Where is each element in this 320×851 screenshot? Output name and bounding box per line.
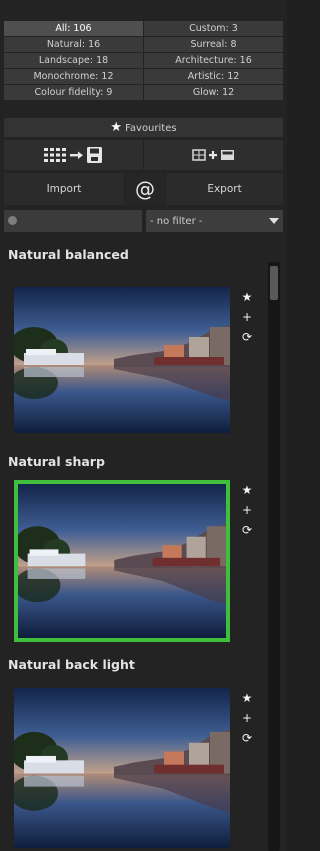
harbor-image <box>14 688 230 848</box>
grid-save-button[interactable] <box>4 140 143 170</box>
search-input[interactable] <box>4 210 142 232</box>
refresh-icon[interactable]: ⟳ <box>237 327 257 347</box>
preset-title: Natural sharp <box>8 454 105 469</box>
plus-icon[interactable]: + <box>237 500 257 520</box>
category-artistic[interactable]: Artistic: 12 <box>144 69 283 84</box>
category-custom[interactable]: Custom: 3 <box>144 21 283 36</box>
preset-actions: ★ + ⟳ <box>237 688 257 748</box>
category-architecture[interactable]: Architecture: 16 <box>144 53 283 68</box>
at-button[interactable]: @ <box>125 173 165 205</box>
category-landscape[interactable]: Landscape: 18 <box>4 53 143 68</box>
dropdown-arrow-icon <box>269 218 279 224</box>
plus-icon[interactable]: + <box>237 708 257 728</box>
toolbar-icons <box>4 140 283 170</box>
star-icon[interactable]: ★ <box>237 480 257 500</box>
star-icon: ★ <box>110 120 123 135</box>
preset-thumbnail[interactable] <box>14 480 230 642</box>
preset-actions: ★ + ⟳ <box>237 480 257 540</box>
filter-select[interactable]: - no filter - <box>146 210 283 232</box>
preset-title: Natural balanced <box>8 247 129 262</box>
harbor-image <box>18 484 226 638</box>
preset-actions: ★ + ⟳ <box>237 287 257 347</box>
favourites-label: Favourites <box>125 123 177 134</box>
scrollbar-thumb[interactable] <box>270 266 278 300</box>
plus-icon[interactable]: + <box>237 307 257 327</box>
star-icon[interactable]: ★ <box>237 287 257 307</box>
category-grid: All: 106 Custom: 3 Natural: 16 Surreal: … <box>4 21 283 100</box>
preset-thumbnail[interactable] <box>14 287 230 433</box>
category-all[interactable]: All: 106 <box>4 21 143 36</box>
category-natural[interactable]: Natural: 16 <box>4 37 143 52</box>
category-glow[interactable]: Glow: 12 <box>144 85 283 100</box>
search-icon <box>8 216 17 225</box>
compare-button[interactable] <box>144 140 283 170</box>
preset-list: Natural balanced ★ + ⟳ Natural sharp ★ +… <box>4 240 266 851</box>
harbor-image <box>14 287 230 433</box>
favourites-button[interactable]: ★ Favourites <box>4 118 283 137</box>
export-button[interactable]: Export <box>166 173 283 205</box>
filter-value: - no filter - <box>150 215 203 227</box>
preset-panel: All: 106 Custom: 3 Natural: 16 Surreal: … <box>0 0 287 851</box>
refresh-icon[interactable]: ⟳ <box>237 728 257 748</box>
preset-title: Natural back light <box>8 657 135 672</box>
category-monochrome[interactable]: Monochrome: 12 <box>4 69 143 84</box>
category-colour-fidelity[interactable]: Colour fidelity: 9 <box>4 85 143 100</box>
category-surreal[interactable]: Surreal: 8 <box>144 37 283 52</box>
import-export-row: Import @ Export <box>4 173 283 205</box>
refresh-icon[interactable]: ⟳ <box>237 520 257 540</box>
import-button[interactable]: Import <box>4 173 124 205</box>
preset-thumbnail[interactable] <box>14 688 230 848</box>
preset-item[interactable]: ★ + ⟳ <box>4 480 266 642</box>
preset-item[interactable]: ★ + ⟳ <box>4 287 266 433</box>
filter-row: - no filter - <box>4 210 283 232</box>
star-icon[interactable]: ★ <box>237 688 257 708</box>
scrollbar[interactable] <box>268 262 280 851</box>
preset-item[interactable]: ★ + ⟳ <box>4 688 266 848</box>
compare-icon <box>191 149 234 161</box>
grid-save-icon <box>43 147 102 163</box>
